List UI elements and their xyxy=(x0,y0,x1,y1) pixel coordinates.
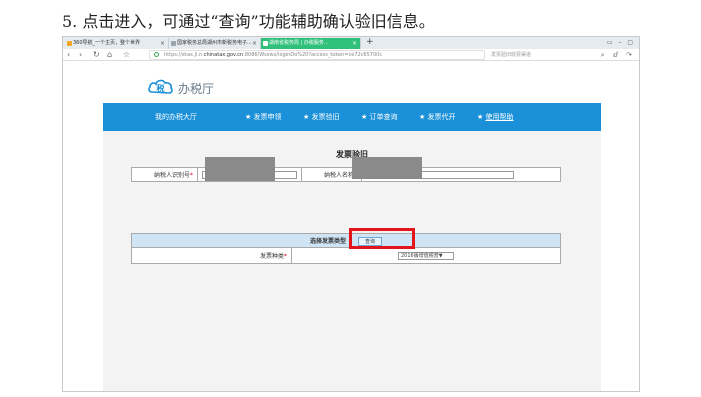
favorite-star-icon[interactable]: ☆ xyxy=(123,49,130,61)
nav-item-label: 发票申领 xyxy=(253,113,282,121)
tab-label: 湖南省税务局 | 办税服务... xyxy=(269,40,329,46)
screenshot-root: 5. 点击进入，可通过“查询”功能辅助确认验旧信息。 360导航_一个主页，整个… xyxy=(0,0,701,397)
redaction-block xyxy=(205,157,275,181)
nav-item-label: 使用帮助 xyxy=(485,113,514,121)
close-tab-icon[interactable]: × xyxy=(160,38,165,49)
secure-lock-icon xyxy=(154,52,159,57)
url-rest: :8086/Wsswx/loginDo%20?access_token=ce72… xyxy=(243,52,383,58)
invoice-kind-label: 发票种类 xyxy=(259,253,284,260)
tab-label: 国家税务总局湖州市新税务电子... xyxy=(177,40,252,46)
section-title: 选择发票类型 xyxy=(309,237,346,245)
browser-tab-2[interactable]: 国家税务总局湖州市新税务电子... × xyxy=(169,38,261,49)
svg-text:税: 税 xyxy=(157,83,165,93)
invoice-kind-label-cell: 发票种类* xyxy=(131,247,292,264)
taxpayer-name-label: 纳税人名称 xyxy=(323,172,354,179)
section-header: 选择发票类型 查询 xyxy=(131,233,561,248)
nav-item-invoice-verify[interactable]: ★ 发票验旧 xyxy=(303,103,340,131)
url-domain: chinatax.gov.cn xyxy=(203,52,244,58)
tab-favicon-icon xyxy=(171,41,176,46)
nav-item-help[interactable]: ★ 使用帮助 xyxy=(477,103,514,131)
address-bar-row: ‹ › ↻ ⌂ ☆ https://etax.jl.n.chinatax.gov… xyxy=(63,49,639,61)
required-asterisk: * xyxy=(284,253,287,260)
main-nav: 我的办税大厅 ★ 发票申领 ★ 发票验旧 ★ 订单查询 ★ 发票代开 ★ 使用帮… xyxy=(103,103,601,131)
site-logo-text: 办税厅 xyxy=(178,82,215,96)
browser-tab-1[interactable]: 360导航_一个主页，整个世界 × xyxy=(65,38,169,49)
nav-item-label: 发票代开 xyxy=(427,113,456,121)
back-icon[interactable]: ‹ xyxy=(67,49,70,61)
url-prefix: https://etax.jl.n. xyxy=(164,52,204,58)
nav-item-invoice-apply[interactable]: ★ 发票申领 xyxy=(245,103,282,131)
url-field[interactable]: https://etax.jl.n.chinatax.gov.cn:8086/W… xyxy=(149,50,485,60)
nav-item-invoice-issue[interactable]: ★ 发票代开 xyxy=(419,103,456,131)
tab-favicon-icon xyxy=(263,41,268,46)
invoice-kind-cell: 2016版增值税普▼ xyxy=(291,247,561,264)
taxpayer-info-table: 纳税人识别号* 3 纳税人名称* 司 xyxy=(131,167,561,182)
tab-favicon-icon xyxy=(67,41,72,46)
nav-item-my-hall[interactable]: 我的办税大厅 xyxy=(155,103,197,131)
nav-item-order-query[interactable]: ★ 订单查询 xyxy=(361,103,398,131)
tax-cloud-logo-icon: 税 xyxy=(148,79,173,94)
nav-item-label: 订单查询 xyxy=(369,113,398,121)
close-tab-icon[interactable]: × xyxy=(352,38,357,49)
invoice-type-table: 选择发票类型 查询 发票种类* 2016版增值税普▼ xyxy=(131,233,561,264)
browser-search-box[interactable]: 发票验旧收票渠道 xyxy=(491,50,599,60)
taxpayer-id-label-cell: 纳税人识别号* xyxy=(131,167,198,182)
browser-window: 360导航_一个主页，整个世界 × 国家税务总局湖州市新税务电子... × 湖南… xyxy=(62,36,640,392)
nav-item-label: 我的办税大厅 xyxy=(155,113,197,121)
new-tab-button[interactable]: + xyxy=(366,37,374,48)
reload-icon[interactable]: ↻ xyxy=(93,49,100,61)
browser-tab-active[interactable]: 湖南省税务局 | 办税服务... × xyxy=(261,38,361,49)
required-asterisk: * xyxy=(190,172,193,179)
taxpayer-id-label: 纳税人识别号 xyxy=(153,172,190,179)
instruction-caption: 5. 点击进入，可通过“查询”功能辅助确认验旧信息。 xyxy=(62,12,435,31)
browser-toolbar-icons[interactable]: ⌕ ⅆ ↷ xyxy=(601,49,635,61)
close-tab-icon[interactable]: × xyxy=(252,38,257,49)
redaction-block xyxy=(352,157,422,179)
forward-icon[interactable]: › xyxy=(79,49,82,61)
window-controls[interactable]: ▭ – ▢ xyxy=(607,37,635,49)
tab-label: 360导航_一个主页，整个世界 xyxy=(73,40,141,46)
main-content: 发票验旧 纳税人识别号* 3 纳税人名称* 司 xyxy=(103,131,601,391)
invoice-kind-select[interactable]: 2016版增值税普▼ xyxy=(398,251,454,260)
nav-item-label: 发票验旧 xyxy=(311,113,340,121)
tab-bar: 360导航_一个主页，整个世界 × 国家税务总局湖州市新税务电子... × 湖南… xyxy=(63,37,639,49)
home-icon[interactable]: ⌂ xyxy=(107,49,112,61)
highlight-box xyxy=(349,228,415,249)
